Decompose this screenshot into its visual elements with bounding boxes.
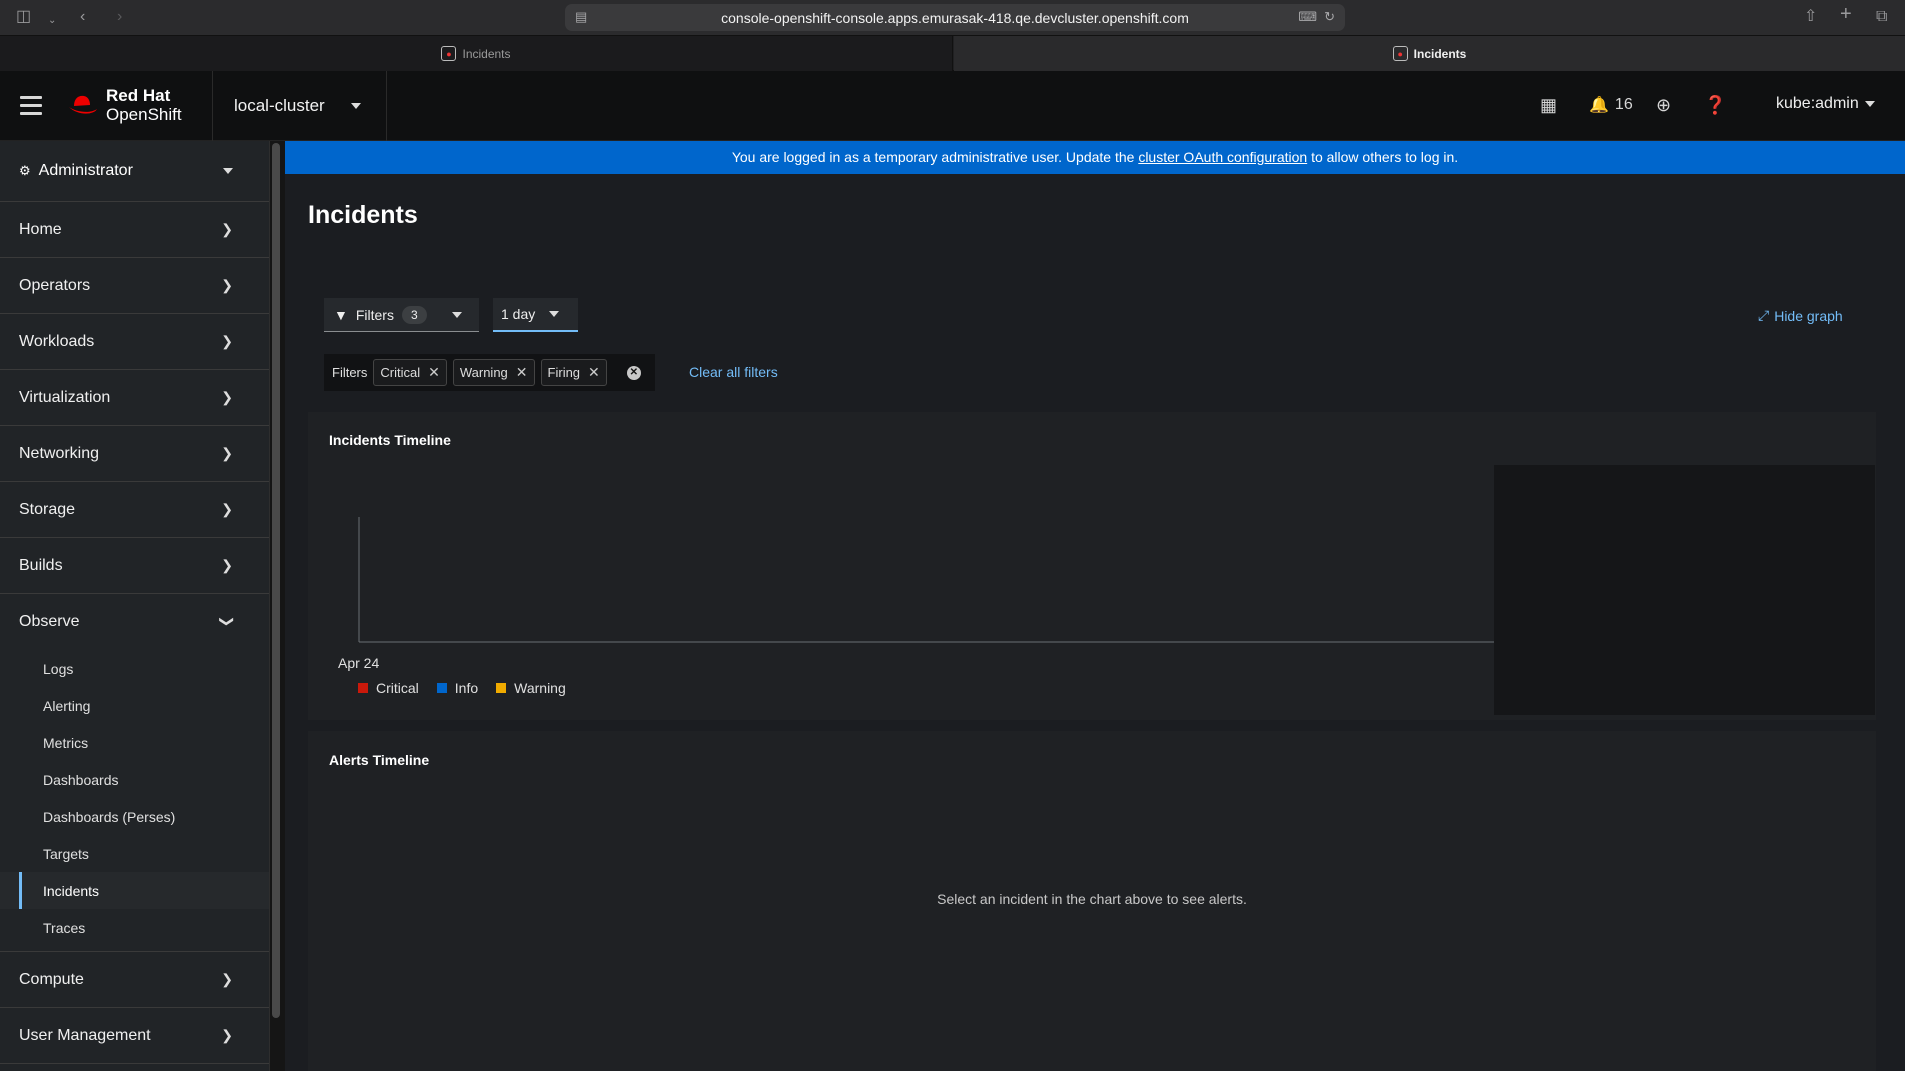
caret-down-icon [350,103,361,109]
reload-icon[interactable]: ↻ [1324,9,1335,25]
sidebar-subitem-traces[interactable]: Traces [0,909,269,946]
chevron-right-icon: ❯ [221,389,233,405]
bell-icon: 🔔 [1589,97,1609,114]
legend-swatch [358,683,368,693]
sidebar-item-label: Compute [19,970,84,988]
sidebar-item-observe[interactable]: Observe ❯ [0,594,269,650]
sidebar-item-label: Observe [19,613,80,630]
redhat-hat-icon [69,95,97,114]
sidebar-item-builds[interactable]: Builds ❯ [0,538,269,594]
sidebar-item-label: Builds [19,556,63,574]
chevron-right-icon: ❯ [221,557,233,573]
cogs-icon: ⚙ [19,163,31,178]
plus-circle-icon[interactable]: ⊕ [1656,95,1671,116]
app-launcher-icon[interactable]: ▦ [1540,95,1557,116]
alerts-timeline-title: Alerts Timeline [329,752,430,768]
chevron-right-icon: ❯ [221,333,233,349]
openshift-favicon-icon: ● [441,46,457,61]
legend-swatch [436,683,447,693]
sidebar-item-label: Virtualization [19,388,111,406]
sidebar-subitem-metrics[interactable]: Metrics [0,724,269,761]
perspective-switcher[interactable]: ⚙ Administrator [0,141,269,202]
chevron-right-icon: ❯ [221,971,233,987]
legend-label: Critical [376,680,419,696]
main-content: You are logged in as a temporary adminis… [285,141,1905,1071]
sidebar-subitem-alerting[interactable]: Alerting [0,687,269,724]
legend-item-critical[interactable]: Critical [358,680,419,696]
redhat-openshift-logo[interactable]: Red Hat OpenShift [68,86,182,124]
sidebar-item-operators[interactable]: Operators ❯ [0,258,269,314]
user-menu[interactable]: kube:admin [1776,95,1875,113]
cluster-selector[interactable]: local-cluster [212,71,387,141]
chevron-right-icon: ❯ [221,501,233,517]
chevron-down-icon: ❯ [219,615,236,628]
sidebar-subitem-incidents[interactable]: Incidents [0,872,269,909]
chevron-down-icon[interactable]: ⌄ [48,12,56,30]
cluster-name: local-cluster [234,96,325,115]
sidebar-item-label: Networking [19,444,100,462]
sidebar-item-storage[interactable]: Storage ❯ [0,482,269,538]
alerts-empty-message: Select an incident in the chart above to… [937,891,1247,907]
chevron-right-icon: ❯ [221,221,233,237]
x-tick-label: Apr 24 [338,655,379,671]
browser-tab-label: Incidents [1413,46,1467,61]
sidebar-item-label: Workloads [19,332,95,350]
sidebar-item-workloads[interactable]: Workloads ❯ [0,314,269,370]
legend-item-warning[interactable]: Warning [496,680,566,696]
browser-tab-active[interactable]: ● Incidents [954,36,1905,71]
brand-line1: Red Hat [106,86,171,105]
perspective-label: Administrator [38,162,133,179]
new-tab-icon[interactable]: + [1840,4,1852,24]
sidebar-item-networking[interactable]: Networking ❯ [0,426,269,482]
address-bar[interactable]: ▤ console-openshift-console.apps.emurasa… [565,4,1345,31]
browser-toolbar: ◫ ⌄ ‹ › ▤ console-openshift-console.apps… [0,0,1905,35]
legend-label: Info [454,680,479,696]
sidebar-subitem-dashboards-perses[interactable]: Dashboards (Perses) [0,798,269,835]
legend-label: Warning [514,680,566,696]
browser-tabs: ● Incidents ● Incidents [0,35,1905,71]
chart-legend: Critical Info Warning [358,680,566,696]
legend-swatch [496,683,507,693]
chevron-right-icon: ❯ [221,277,233,293]
share-icon[interactable]: ⇧ [1804,8,1817,26]
tab-overview-icon[interactable]: ⧉ [1876,8,1887,26]
browser-tab-label: Incidents [462,46,511,61]
brand-line2: OpenShift [106,105,182,124]
masthead: Red Hat OpenShift local-cluster ▦ 🔔 16 ⊕… [0,71,1905,141]
caret-down-icon [223,168,233,174]
sidebar-subitem-dashboards[interactable]: Dashboards [0,761,269,798]
alerts-timeline-card: Alerts Timeline Select an incident in th… [308,731,1876,1071]
help-icon[interactable]: ❓ [1704,95,1726,116]
sidebar: ⚙ Administrator Home ❯ Operators ❯ Workloa… [0,141,270,1071]
sidebar-scrollbar[interactable] [272,143,280,1018]
chart-panel-region [1494,465,1875,715]
sidebar-item-compute[interactable]: Compute ❯ [0,952,269,1008]
url-text: console-openshift-console.apps.emurasak-… [721,10,1189,26]
hamburger-menu-icon[interactable] [20,96,42,115]
sidebar-item-label: Home [19,220,62,238]
chevron-right-icon: ❯ [221,445,233,461]
sidebar-subitem-logs[interactable]: Logs [0,650,269,687]
openshift-favicon-icon: ● [1392,46,1408,61]
sidebar-item-home[interactable]: Home ❯ [0,202,269,258]
browser-tab[interactable]: ● Incidents [0,36,953,71]
translate-icon[interactable]: ⌨ [1298,9,1317,25]
sidebar-toggle-icon[interactable]: ◫ [16,8,31,26]
sidebar-item-virtualization[interactable]: Virtualization ❯ [0,370,269,426]
caret-down-icon [1864,101,1875,107]
observe-subnav: Logs Alerting Metrics Dashboards Dashboa… [0,650,269,952]
sidebar-item-label: Storage [19,500,76,518]
notifications-count: 16 [1614,96,1633,113]
forward-icon[interactable]: › [117,8,122,26]
user-name: kube:admin [1776,95,1859,112]
sidebar-item-user-management[interactable]: User Management ❯ [0,1008,269,1064]
back-icon[interactable]: ‹ [80,8,85,26]
sidebar-item-label: Operators [19,276,91,294]
legend-item-info[interactable]: Info [436,680,479,696]
chevron-right-icon: ❯ [221,1027,233,1043]
sidebar-subitem-targets[interactable]: Targets [0,835,269,872]
notifications-button[interactable]: 🔔 16 [1589,95,1633,115]
sidebar-item-label: User Management [19,1026,151,1044]
